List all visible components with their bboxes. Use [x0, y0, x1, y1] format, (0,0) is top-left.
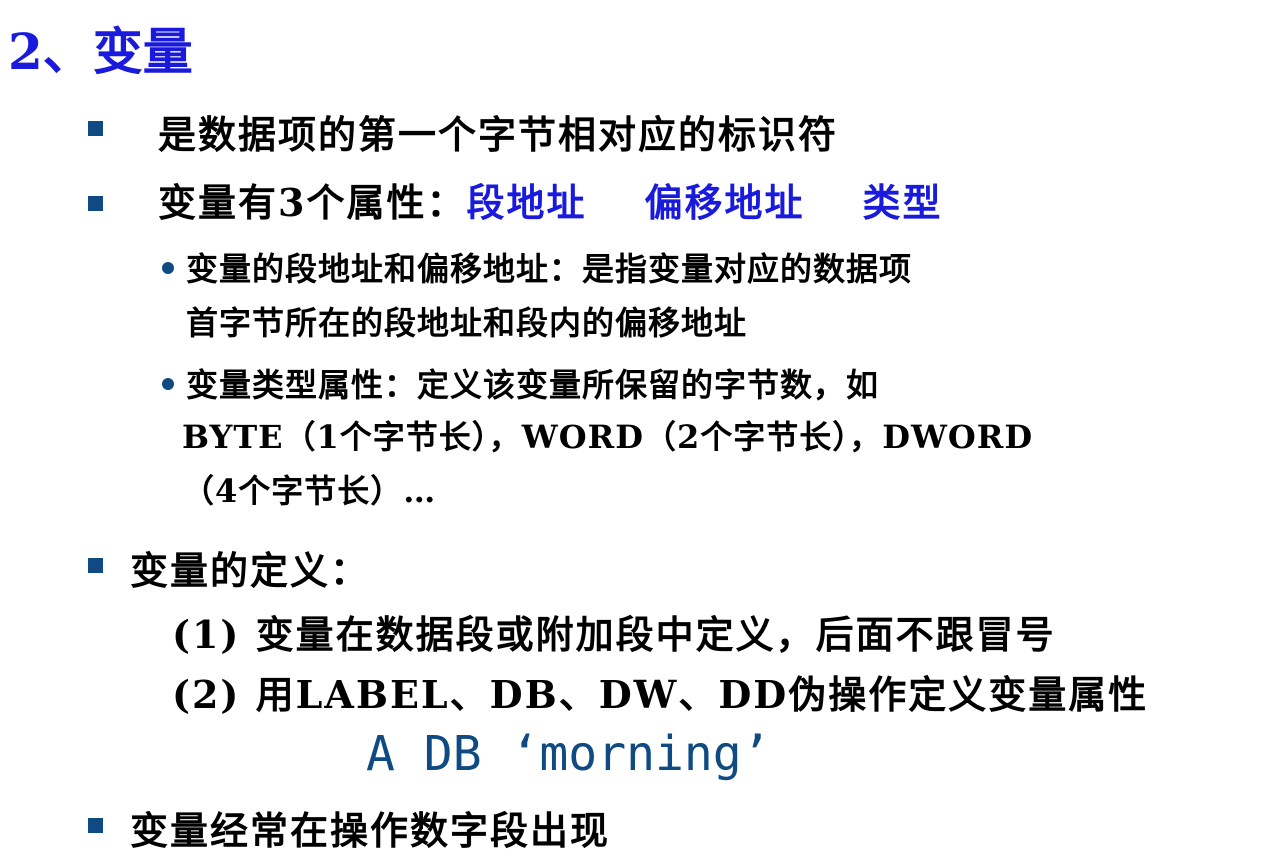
- sub-bullet-type-line2: BYTE（1个字节长），WORD（2个字节长），DWORD: [182, 418, 1034, 456]
- bullet-dot-icon: [162, 378, 174, 390]
- attributes-prefix: 变量有3个属性：: [158, 180, 467, 225]
- sub-bullet-address-line1: 变量的段地址和偏移地址：是指变量对应的数据项: [186, 250, 913, 288]
- attribute-offset-address: 偏移地址: [644, 180, 805, 225]
- bullet-operand-field: 变量经常在操作数字段出现: [130, 808, 611, 853]
- bullet-square-icon: [88, 818, 103, 833]
- bullet-variable-definition: 变量的定义：: [130, 548, 371, 593]
- sub-bullet-type-line3: （4个字节长）…: [182, 472, 437, 510]
- attribute-segment-address: 段地址: [466, 180, 587, 225]
- bullet-dot-icon: [162, 262, 174, 274]
- bullet-attributes: 变量有3个属性：段地址 偏移地址 类型: [158, 172, 943, 227]
- bullet-square-icon: [88, 196, 103, 211]
- definition-rule-1: (1) 变量在数据段或附加段中定义，后面不跟冒号: [172, 612, 1056, 657]
- bullet-square-icon: [88, 558, 103, 573]
- code-example: A DB ‘morning’: [366, 726, 771, 782]
- slide-title: 2、变量: [8, 22, 193, 81]
- bullet-identifier-definition: 是数据项的第一个字节相对应的标识符: [158, 112, 839, 157]
- attribute-type: 类型: [862, 180, 943, 225]
- sub-bullet-type-line1: 变量类型属性：定义该变量所保留的字节数，如: [186, 366, 880, 404]
- definition-rule-2: (2) 用LABEL、DB、DW、DD伪操作定义变量属性: [172, 672, 1149, 717]
- bullet-square-icon: [88, 121, 103, 136]
- sub-bullet-address-line2: 首字节所在的段地址和段内的偏移地址: [186, 304, 748, 342]
